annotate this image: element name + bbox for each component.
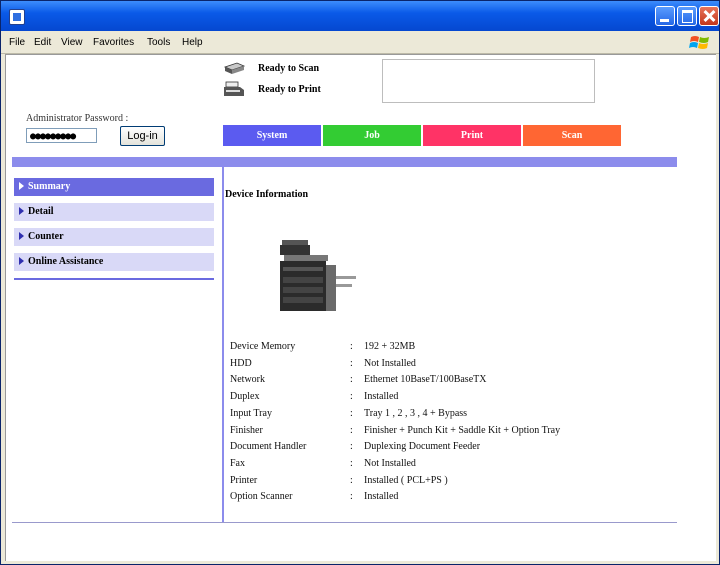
scan-status: Ready to Scan xyxy=(258,63,320,74)
info-separator: : xyxy=(350,457,353,469)
minimize-button[interactable] xyxy=(655,6,675,26)
info-separator: : xyxy=(350,441,353,453)
browser-window: File Edit View Favorites Tools Help Read… xyxy=(0,0,720,565)
info-value: Finisher + Punch Kit + Saddle Kit + Opti… xyxy=(364,424,561,436)
info-separator: : xyxy=(350,391,353,403)
menu-view[interactable]: View xyxy=(61,37,83,48)
info-label: Document Handler xyxy=(230,441,307,453)
status-message-box xyxy=(382,59,595,103)
info-label: Network xyxy=(230,374,265,386)
arrow-right-icon xyxy=(19,256,24,265)
info-value: Tray 1 , 2 , 3 , 4 + Bypass xyxy=(364,407,468,419)
info-value: Installed xyxy=(364,391,399,403)
printer-icon xyxy=(224,81,244,96)
info-label: Device Memory xyxy=(230,341,296,352)
arrow-right-icon xyxy=(19,231,24,240)
info-label: Duplex xyxy=(230,391,260,403)
browser-icon xyxy=(9,9,25,25)
admin-password-input[interactable]: ●●●●●●●●● xyxy=(26,128,97,143)
info-separator: : xyxy=(350,424,353,436)
info-value: Installed ( PCL+PS ) xyxy=(364,474,448,486)
info-label: Option Scanner xyxy=(230,491,293,503)
info-value: Ethernet 10BaseT/100BaseTX xyxy=(364,374,487,386)
nav-summary-label: Summary xyxy=(28,181,71,192)
nav-online-assistance[interactable]: Online Assistance xyxy=(14,253,214,271)
menu-file[interactable]: File xyxy=(9,37,25,48)
nav-detail[interactable]: Detail xyxy=(14,203,214,221)
maximize-button[interactable] xyxy=(677,6,697,26)
section-title: Device Information xyxy=(225,189,309,200)
copier-image xyxy=(280,240,356,311)
close-button[interactable] xyxy=(699,6,719,26)
menu-bar: File Edit View Favorites Tools Help xyxy=(1,31,719,54)
info-label: Input Tray xyxy=(230,407,272,419)
info-separator: : xyxy=(350,491,353,503)
info-separator: : xyxy=(350,407,353,419)
info-value: Duplexing Document Feeder xyxy=(364,441,481,453)
panel-divider xyxy=(222,167,224,522)
tab-print[interactable]: Print xyxy=(423,125,521,146)
info-value: Installed xyxy=(364,491,399,503)
arrow-right-icon xyxy=(19,206,24,215)
info-value: Not Installed xyxy=(364,357,416,369)
nav-online-assistance-label: Online Assistance xyxy=(28,256,104,267)
footer-divider xyxy=(12,522,677,523)
tab-system[interactable]: System xyxy=(223,125,321,146)
info-separator: : xyxy=(350,374,353,386)
menu-help[interactable]: Help xyxy=(182,37,203,48)
admin-password-label: Administrator Password : xyxy=(26,113,129,124)
menu-tools[interactable]: Tools xyxy=(147,37,170,48)
menu-favorites[interactable]: Favorites xyxy=(93,37,134,48)
info-value: 192 + 32MB xyxy=(364,341,416,352)
print-status: Ready to Print xyxy=(258,84,321,95)
title-bar xyxy=(1,1,719,31)
menu-edit[interactable]: Edit xyxy=(34,37,51,48)
info-separator: : xyxy=(350,357,353,369)
tab-scan[interactable]: Scan xyxy=(523,125,621,146)
info-value: Not Installed xyxy=(364,457,416,469)
info-label: Finisher xyxy=(230,424,263,436)
info-label: Printer xyxy=(230,474,258,486)
info-separator: : xyxy=(350,341,353,352)
header-divider-bar xyxy=(12,157,677,167)
nav-summary[interactable]: Summary xyxy=(14,178,214,196)
nav-detail-label: Detail xyxy=(28,206,54,217)
nav-counter[interactable]: Counter xyxy=(14,228,214,246)
nav-counter-label: Counter xyxy=(28,231,64,242)
arrow-right-icon xyxy=(19,181,24,190)
scanner-icon xyxy=(223,62,245,74)
info-label: Fax xyxy=(230,457,245,469)
info-label: HDD xyxy=(230,357,252,369)
tab-job[interactable]: Job xyxy=(323,125,421,146)
nav-underline xyxy=(14,278,214,280)
login-button[interactable]: Log-in xyxy=(120,126,165,146)
info-separator: : xyxy=(350,474,353,486)
page-content: Ready to Scan Ready to Print Administrat… xyxy=(5,54,716,561)
windows-flag-icon xyxy=(689,36,709,49)
